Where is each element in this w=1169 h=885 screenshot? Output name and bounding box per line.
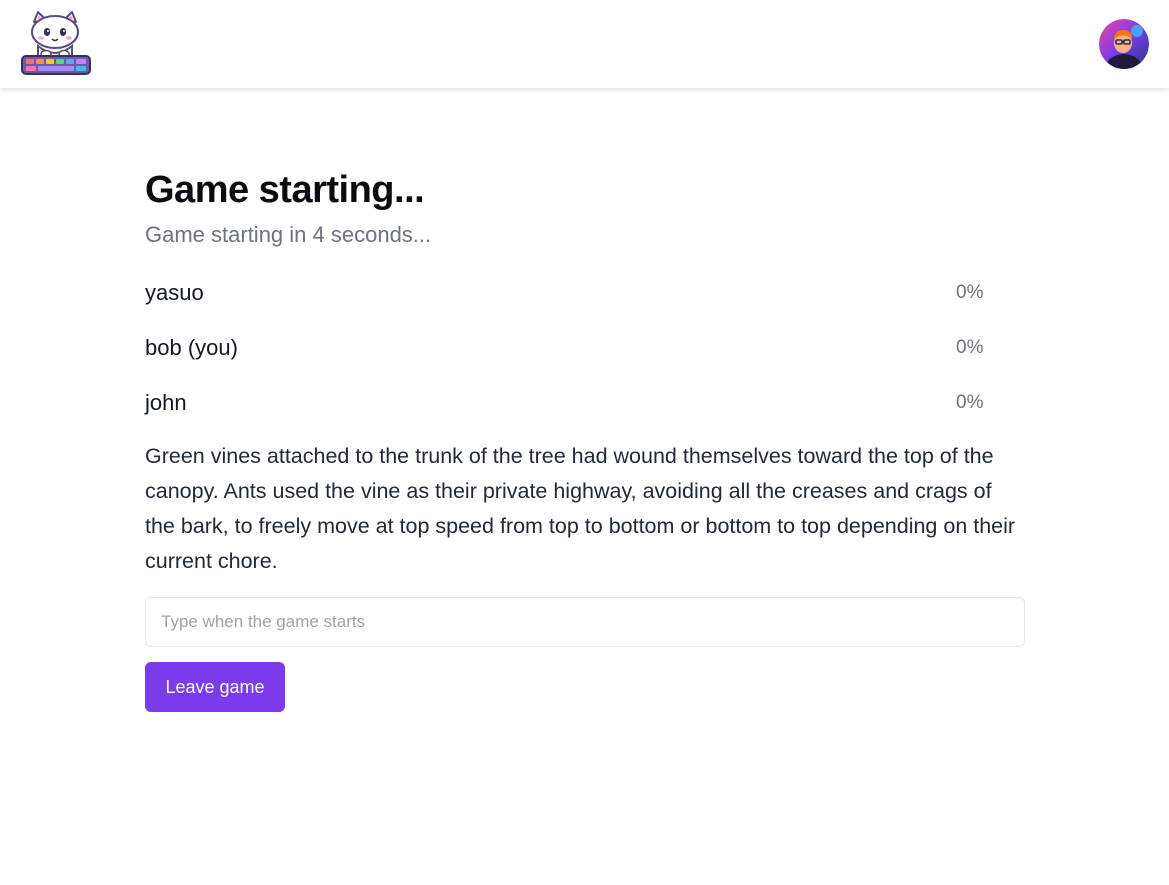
cat-keyboard-logo-icon[interactable]: [20, 10, 92, 78]
typing-passage: Green vines attached to the trunk of the…: [145, 444, 1016, 573]
player-name: bob (you): [145, 335, 238, 360]
top-navbar: [0, 0, 1169, 88]
player-list: yasuo 0% bob (you) 0% john 0%: [145, 279, 1025, 444]
player-row: bob (you) 0%: [145, 334, 1025, 389]
typing-input[interactable]: [145, 597, 1025, 647]
countdown-text: Game starting in 4 seconds...: [145, 222, 432, 247]
player-progress: 0%: [956, 337, 984, 358]
user-avatar-icon[interactable]: [1099, 19, 1149, 69]
page-title: Game starting...: [145, 169, 425, 211]
player-name: john: [145, 390, 187, 415]
player-name: yasuo: [145, 280, 204, 305]
player-progress: 0%: [956, 392, 984, 413]
leave-game-button[interactable]: Leave game: [145, 662, 285, 712]
game-lobby-panel: Game starting... Game starting in 4 seco…: [145, 165, 1025, 712]
player-progress: 0%: [956, 282, 984, 303]
player-row: yasuo 0%: [145, 279, 1025, 334]
player-row: john 0%: [145, 389, 1025, 444]
